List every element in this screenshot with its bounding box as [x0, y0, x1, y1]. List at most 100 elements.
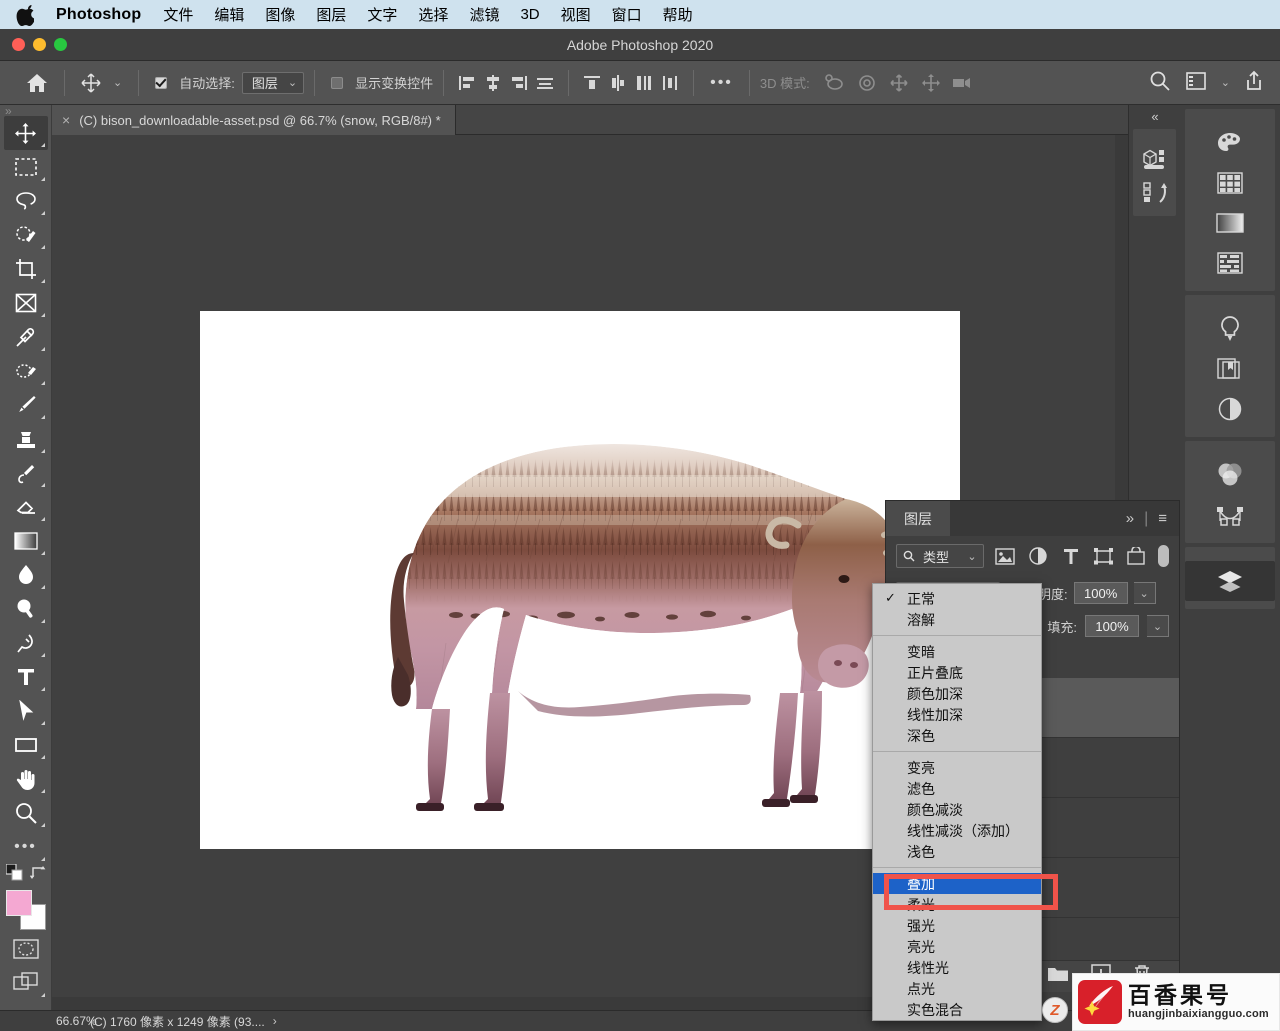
dodge-tool[interactable]	[4, 592, 48, 626]
blend-menu-item-linear-dodge[interactable]: 线性减淡（添加）	[873, 820, 1041, 841]
tab-layers[interactable]: 图层	[886, 501, 950, 536]
more-tools-icon[interactable]: •••	[4, 830, 48, 864]
type-tool[interactable]	[4, 660, 48, 694]
default-colors-icon[interactable]	[4, 863, 23, 886]
workspace-chevron-icon[interactable]: ⌄	[1221, 76, 1230, 89]
menu-image[interactable]: 图像	[265, 4, 295, 25]
object-selection-tool[interactable]	[4, 218, 48, 252]
marquee-tool[interactable]	[4, 150, 48, 184]
menu-help[interactable]: 帮助	[663, 4, 693, 25]
collapse-panel-icon[interactable]: »	[1126, 510, 1134, 527]
distribute-bottom-icon[interactable]	[631, 70, 657, 96]
workspace-icon[interactable]	[1185, 71, 1207, 94]
rectangle-tool[interactable]	[4, 728, 48, 762]
brush-tool[interactable]	[4, 388, 48, 422]
blend-menu-item-hard-light[interactable]: 强光	[873, 915, 1041, 936]
apple-logo-icon[interactable]	[16, 4, 34, 26]
fill-stepper-chevron-icon[interactable]: ⌄	[1147, 615, 1169, 637]
home-icon[interactable]	[20, 61, 54, 105]
more-options-icon[interactable]: •••	[704, 61, 739, 105]
blend-menu-item-hard-mix[interactable]: 实色混合	[873, 999, 1041, 1020]
menu-type[interactable]: 文字	[367, 4, 397, 25]
blend-menu-item-color-dodge[interactable]: 颜色减淡	[873, 799, 1041, 820]
collapse-dock-button[interactable]: «	[1129, 105, 1180, 126]
blend-mode-menu[interactable]: ✓ 正常 溶解 变暗 正片叠底 颜色加深 线性加深 深色 变亮 滤色 颜色减淡 …	[872, 583, 1042, 1021]
align-left-edges-icon[interactable]	[454, 70, 480, 96]
artboard[interactable]	[200, 311, 960, 849]
zoom-level[interactable]: 66.67%	[0, 1014, 97, 1028]
color-palette-icon[interactable]	[1185, 123, 1275, 163]
move-tool-icon[interactable]	[75, 61, 107, 105]
pen-tool[interactable]	[4, 626, 48, 660]
paths-icon[interactable]	[1185, 495, 1275, 535]
menu-layer[interactable]: 图层	[316, 4, 346, 25]
auto-select-scope-dropdown[interactable]: 图层 ⌄	[241, 71, 305, 94]
menu-edit[interactable]: 编辑	[214, 4, 244, 25]
blend-menu-item-lighter-color[interactable]: 浅色	[873, 841, 1041, 862]
shape-filter-icon[interactable]	[1092, 544, 1115, 568]
opacity-stepper-chevron-icon[interactable]: ⌄	[1133, 582, 1156, 604]
menu-window[interactable]: 窗口	[612, 4, 642, 25]
history-icon[interactable]	[1133, 176, 1177, 210]
path-selection-tool[interactable]	[4, 694, 48, 728]
adjustment-filter-icon[interactable]	[1026, 544, 1049, 568]
move-tool[interactable]	[3, 116, 48, 150]
clone-stamp-tool[interactable]	[4, 422, 48, 456]
color-swatches[interactable]	[4, 888, 48, 932]
adjustments-bulb-icon[interactable]	[1185, 309, 1275, 349]
tool-preset-chevron-icon[interactable]: ⌄	[107, 61, 128, 105]
menu-file[interactable]: 文件	[163, 4, 193, 25]
align-horizontal-centers-icon[interactable]	[480, 70, 506, 96]
channels-icon[interactable]	[1185, 455, 1275, 495]
blend-menu-item-darken[interactable]: 变暗	[873, 641, 1041, 662]
show-transform-checkbox[interactable]	[325, 61, 355, 105]
distribute-top-icon[interactable]	[579, 70, 605, 96]
fill-value[interactable]: 100%	[1085, 615, 1139, 637]
lasso-tool[interactable]	[4, 184, 48, 218]
adjustment-layer-icon[interactable]	[1185, 389, 1275, 429]
align-right-edges-icon[interactable]	[506, 70, 532, 96]
foreground-color-swatch[interactable]	[5, 890, 32, 916]
blend-menu-item-color-burn[interactable]: 颜色加深	[873, 683, 1041, 704]
distribute-vertical-centers-icon[interactable]	[605, 70, 631, 96]
blend-menu-item-soft-light[interactable]: 柔光	[873, 894, 1041, 915]
hand-tool[interactable]	[4, 762, 48, 796]
quick-mask-icon[interactable]	[4, 932, 48, 966]
gradient-tool[interactable]	[4, 524, 48, 558]
type-filter-icon[interactable]	[1059, 544, 1082, 568]
align-top-edges-icon[interactable]	[532, 70, 558, 96]
layers-icon[interactable]	[1185, 561, 1275, 601]
image-filter-icon[interactable]	[994, 544, 1017, 568]
blend-menu-item-screen[interactable]: 滤色	[873, 778, 1041, 799]
document-tab[interactable]: × (C) bison_downloadable-asset.psd @ 66.…	[52, 105, 456, 135]
layer-filter-dropdown[interactable]: 类型 ⌄	[896, 544, 984, 568]
menu-select[interactable]: 选择	[418, 4, 448, 25]
blend-menu-item-vivid-light[interactable]: 亮光	[873, 936, 1041, 957]
libraries-icon[interactable]	[1185, 349, 1275, 389]
filter-toggle-switch[interactable]	[1157, 545, 1170, 567]
patterns-icon[interactable]	[1185, 243, 1275, 283]
healing-brush-tool[interactable]	[4, 354, 48, 388]
opacity-value[interactable]: 100%	[1073, 582, 1128, 604]
share-icon[interactable]	[1244, 70, 1264, 95]
search-icon[interactable]	[1149, 70, 1171, 95]
crop-tool[interactable]	[4, 252, 48, 286]
blend-menu-item-normal[interactable]: ✓ 正常	[873, 588, 1041, 609]
blend-menu-item-lighten[interactable]: 变亮	[873, 757, 1041, 778]
eraser-tool[interactable]	[4, 490, 48, 524]
panel-menu-icon[interactable]: ≡	[1158, 510, 1167, 527]
blur-tool[interactable]	[4, 558, 48, 592]
menu-filter[interactable]: 滤镜	[469, 4, 499, 25]
blend-menu-item-darker-color[interactable]: 深色	[873, 725, 1041, 746]
frame-tool[interactable]	[4, 286, 48, 320]
new-group-icon[interactable]	[1047, 965, 1069, 988]
distribute-horizontal-icon[interactable]	[657, 70, 683, 96]
screen-mode-icon[interactable]	[4, 966, 48, 1000]
smartobject-filter-icon[interactable]	[1125, 544, 1148, 568]
history-brush-tool[interactable]	[4, 456, 48, 490]
blend-menu-item-dissolve[interactable]: 溶解	[873, 609, 1041, 630]
swatches-icon[interactable]	[1185, 163, 1275, 203]
swap-colors-icon[interactable]	[29, 864, 46, 886]
blend-menu-item-linear-burn[interactable]: 线性加深	[873, 704, 1041, 725]
zoom-tool[interactable]	[4, 796, 48, 830]
